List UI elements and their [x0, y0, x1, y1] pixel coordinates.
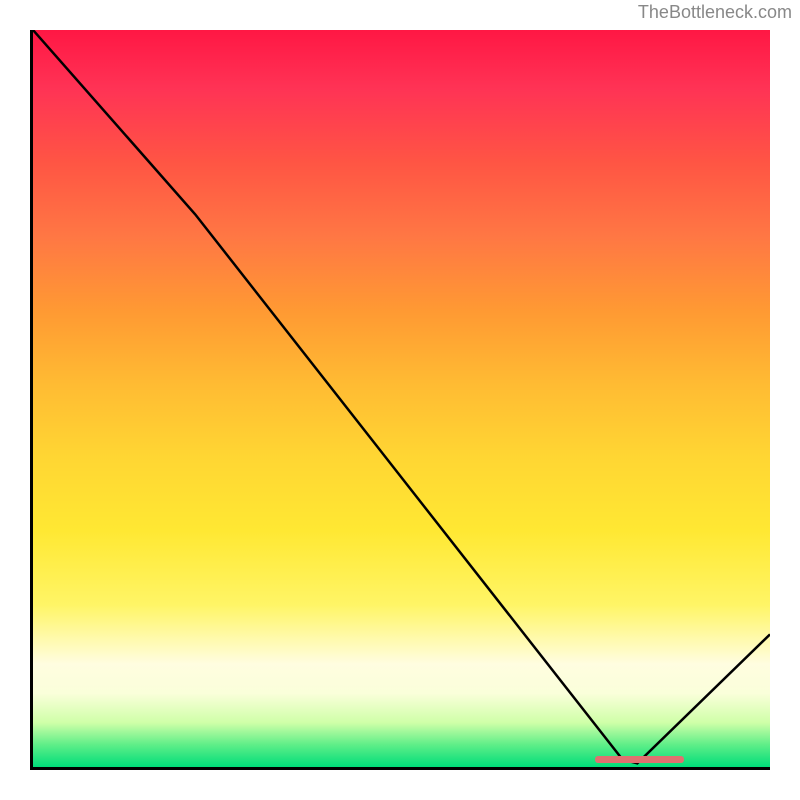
watermark-text: TheBottleneck.com [638, 2, 792, 23]
optimal-range-marker [595, 756, 684, 763]
chart-plot-area [30, 30, 770, 770]
line-chart-svg [33, 30, 770, 767]
chart-curve [33, 30, 770, 763]
